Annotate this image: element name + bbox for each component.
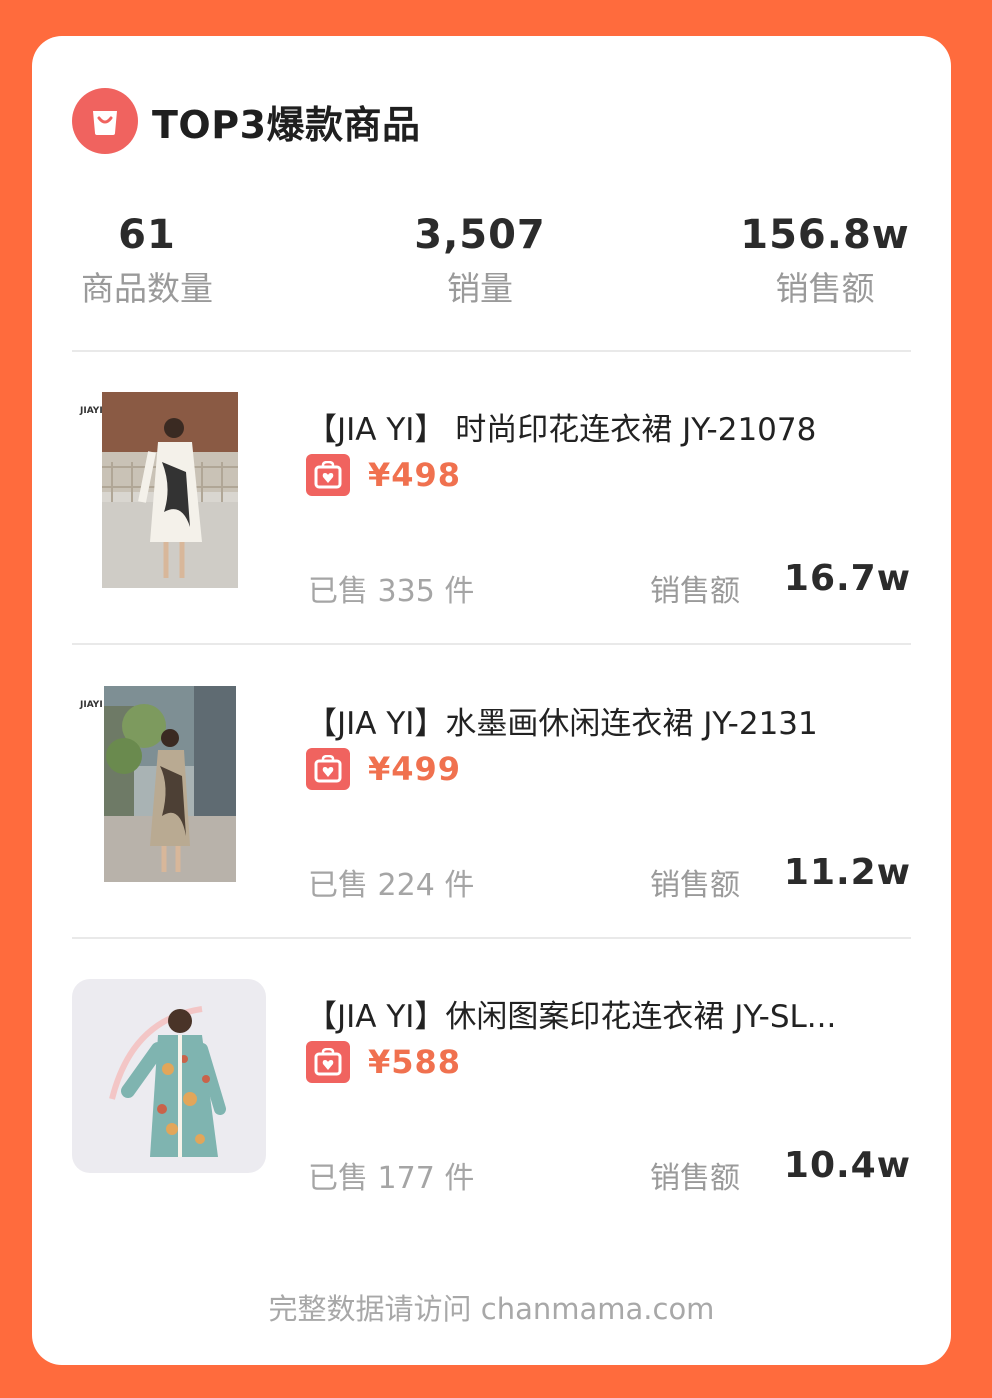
brand-mark: JIAYI (80, 406, 103, 416)
stat-sales-volume: 3,507 销量 (402, 212, 558, 310)
stats-row: 61 商品数量 3,507 销量 156.8w 销售额 (32, 212, 951, 312)
price-row: ¥498 (306, 454, 461, 496)
product-item-2[interactable]: JIAYI 【JIA YI】水墨画休闲连衣裙 JY-2131 ¥499 已售 2… (72, 686, 911, 916)
top3-card: TOP3爆款商品 61 商品数量 3,507 销量 156.8w 销售额 JIA… (32, 36, 951, 1365)
sales-label: 销售额 (650, 574, 740, 609)
stat-label: 商品数量 (81, 269, 213, 308)
brand-mark: JIAYI (80, 700, 103, 710)
product-item-3[interactable]: 【JIA YI】休闲图案印花连衣裙 JY-SL... ¥588 已售 177 件… (72, 979, 911, 1209)
shopping-bag-icon (72, 88, 138, 154)
product-title[interactable]: 【JIA YI】水墨画休闲连衣裙 JY-2131 (306, 698, 911, 743)
product-image[interactable] (72, 979, 266, 1173)
product-title[interactable]: 【JIA YI】休闲图案印花连衣裙 JY-SL... (306, 991, 911, 1036)
product-price: ¥588 (368, 1043, 462, 1081)
footer-link-text[interactable]: 完整数据请访问 chanmama.com (32, 1286, 951, 1328)
stat-sales-amount: 156.8w 销售额 (732, 212, 918, 310)
product-title[interactable]: 【JIA YI】 时尚印花连衣裙 JY-21078 (306, 404, 911, 449)
sales-label: 销售额 (650, 868, 740, 903)
product-item-1[interactable]: JIAYI 【JIA YI】 时尚印花连衣裙 JY-21078 ¥498 已售 … (72, 392, 911, 622)
stat-label: 销售额 (775, 269, 875, 308)
shopping-bag-icon (306, 1041, 350, 1083)
sales-value: 10.4w (783, 1145, 911, 1186)
sold-count: 已售 335 件 (308, 574, 475, 609)
product-image[interactable] (104, 686, 236, 882)
price-row: ¥588 (306, 1041, 461, 1083)
shopping-bag-icon (306, 748, 350, 790)
product-image[interactable] (102, 392, 238, 588)
sales-label: 销售额 (650, 1161, 740, 1196)
product-price: ¥499 (368, 750, 462, 788)
stat-label: 销量 (447, 269, 513, 308)
sales-value: 11.2w (783, 852, 911, 893)
sales-value: 16.7w (783, 558, 911, 599)
divider (72, 937, 911, 939)
stat-product-count: 61 商品数量 (72, 212, 222, 310)
stat-value: 3,507 (414, 212, 546, 258)
page-title: TOP3爆款商品 (152, 102, 421, 147)
sold-count: 已售 224 件 (308, 868, 475, 903)
divider (72, 350, 911, 352)
price-row: ¥499 (306, 748, 461, 790)
divider (72, 643, 911, 645)
stat-value: 61 (118, 212, 176, 258)
shopping-bag-icon (306, 454, 350, 496)
product-price: ¥498 (368, 456, 462, 494)
card-header: TOP3爆款商品 (72, 88, 421, 154)
sold-count: 已售 177 件 (308, 1161, 475, 1196)
stat-value: 156.8w (740, 212, 910, 258)
